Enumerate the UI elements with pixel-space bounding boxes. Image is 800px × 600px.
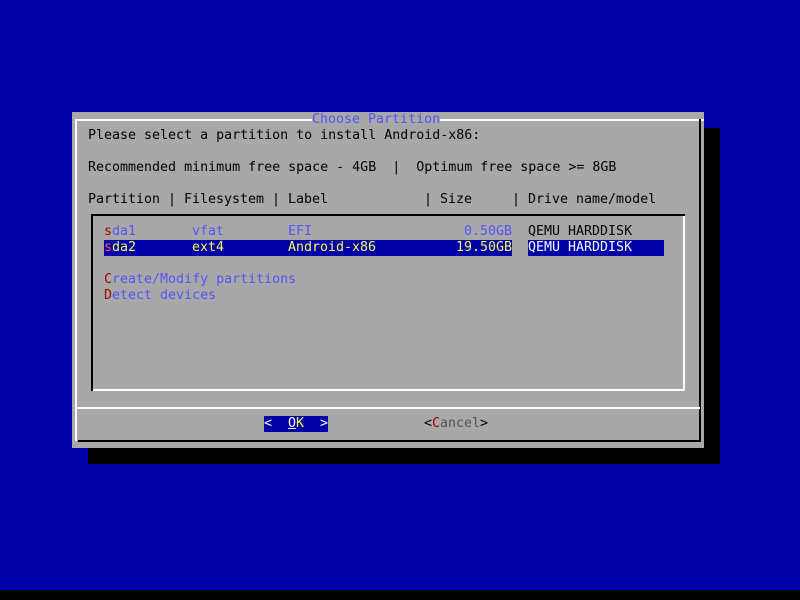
listbox-right	[683, 216, 685, 391]
cancel-label-rest: ancel	[440, 416, 481, 431]
col-label: Label	[288, 192, 329, 207]
ok-label: OK	[288, 416, 304, 432]
size: 19.50GB	[455, 240, 512, 255]
col-drive: Drive name/model	[528, 192, 657, 207]
filesystem: ext4	[192, 240, 225, 255]
label: EFI	[288, 224, 313, 239]
frame-right	[699, 119, 701, 441]
dialog-title: Choose Partition	[312, 112, 441, 128]
listbox-left	[91, 214, 93, 391]
col-sep: |	[512, 192, 521, 207]
hotkey: O	[288, 416, 297, 431]
bracket-left: <	[424, 416, 433, 431]
cancel-button[interactable]: < Cancel >	[424, 416, 488, 432]
hotkey: C	[432, 416, 441, 431]
frame-left	[75, 119, 77, 441]
hotkey: s	[104, 240, 113, 255]
col-sep: |	[424, 192, 433, 207]
bracket-left: <	[264, 416, 273, 431]
col-sep: |	[168, 192, 177, 207]
action-label: etect devices	[112, 288, 217, 303]
partition-name: sda1	[104, 224, 136, 240]
listbox-bottom	[93, 389, 685, 391]
action-create-modify-partitions[interactable]: Create/Modify partitions	[104, 272, 296, 288]
frame-bottom	[78, 440, 701, 442]
listbox-top	[91, 214, 685, 216]
space-info: Recommended minimum free space - 4GB | O…	[88, 160, 617, 175]
cancel-label: Cancel	[432, 416, 480, 432]
col-size: Size	[440, 192, 473, 207]
filesystem: vfat	[192, 224, 225, 239]
ok-button[interactable]: < OK >	[264, 416, 328, 432]
col-partition: Partition	[88, 192, 161, 207]
button-separator	[76, 407, 700, 409]
bracket-right: >	[320, 416, 329, 431]
action-detect-devices[interactable]: Detect devices	[104, 288, 216, 304]
screen-bottom-bar	[0, 590, 800, 600]
partition-name-rest: da1	[112, 224, 137, 239]
prompt-text: Please select a partition to install And…	[88, 128, 481, 143]
drive-model: QEMU HARDDISK	[528, 240, 633, 255]
col-sep: |	[272, 192, 281, 207]
drive-model: QEMU HARDDISK	[528, 224, 633, 239]
hotkey: C	[104, 272, 113, 287]
ok-label-rest: K	[296, 416, 305, 431]
hotkey: D	[104, 288, 113, 303]
bracket-right: >	[480, 416, 489, 431]
action-label: reate/Modify partitions	[112, 272, 297, 287]
partition-name-rest: da2	[112, 240, 137, 255]
size: 0.50GB	[463, 224, 512, 239]
label: Android-x86	[288, 240, 377, 255]
partition-name: sda2	[104, 240, 136, 256]
hotkey: s	[104, 224, 113, 239]
col-filesystem: Filesystem	[184, 192, 265, 207]
